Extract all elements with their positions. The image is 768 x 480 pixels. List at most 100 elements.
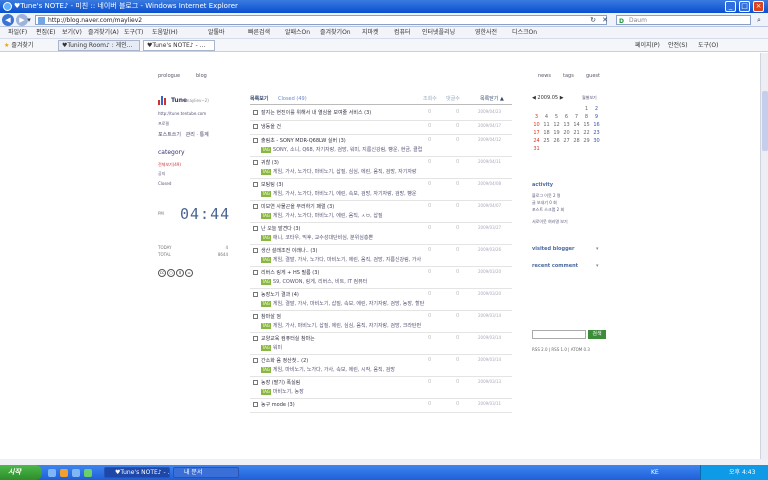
- calendar-day[interactable]: 24: [532, 138, 541, 144]
- list-item[interactable]: 교양교육 컴퓨터실 참마는 0 0 2009/03/14 TAG 워미: [250, 333, 512, 355]
- post-title[interactable]: 난 오늘 발견다 (3): [261, 225, 426, 232]
- calendar-day[interactable]: 1: [582, 106, 591, 112]
- toolbar-link-0[interactable]: 알툴바: [208, 27, 225, 39]
- blog-url[interactable]: http://tune.tentube.com: [158, 111, 206, 116]
- list-item[interactable]: 잘지는 현진이를 위해서 내 열심을 보여줄 서비스 (3) 0 0 2009/04/…: [250, 107, 512, 121]
- menu-file[interactable]: 파일(F): [8, 27, 27, 39]
- calendar-day[interactable]: 10: [532, 122, 541, 128]
- comment-search-button[interactable]: 검색: [588, 330, 606, 339]
- post-title[interactable]: 참마살 껌: [261, 313, 426, 320]
- profile-link[interactable]: 프로필: [158, 121, 169, 127]
- checkbox[interactable]: [253, 314, 258, 319]
- checkbox[interactable]: [253, 110, 258, 115]
- calendar-day[interactable]: 8: [582, 114, 591, 120]
- calendar-day[interactable]: 16: [592, 122, 601, 128]
- calendar-title[interactable]: ◀ 2009.05 ▶: [532, 95, 564, 101]
- calendar-day[interactable]: 27: [562, 138, 571, 144]
- list-close-button[interactable]: 목록닫기 ▲: [480, 93, 504, 105]
- checkbox[interactable]: [253, 358, 258, 363]
- list-item[interactable]: 농장 (팔기) 폭싫림 0 0 2009/03/13 TAG 마비노기, 농장: [250, 377, 512, 399]
- list-item[interactable]: 난 오늘 발견다 (3) 0 0 2009/03/27 TAG 애니, 코타우, 믹후, …: [250, 223, 512, 245]
- nav-blog[interactable]: blog: [196, 73, 207, 79]
- nav-guest[interactable]: guest: [586, 73, 600, 79]
- calendar-day[interactable]: 19: [552, 130, 561, 136]
- admin-link[interactable]: 관리 · 통계: [186, 132, 209, 138]
- checkbox[interactable]: [253, 124, 258, 129]
- checkbox[interactable]: [253, 160, 258, 165]
- calendar-day[interactable]: 5: [552, 114, 561, 120]
- menu-view[interactable]: 보기(V): [62, 27, 82, 39]
- post-title[interactable]: 농구 mode (3): [261, 401, 426, 408]
- list-item[interactable]: 귀찮 (3) 0 0 2009/04/11 TAG 게임, 가사, 노가다, 마비노기, …: [250, 157, 512, 179]
- calendar-day[interactable]: 12: [552, 122, 561, 128]
- scroll-thumb[interactable]: [762, 91, 768, 151]
- checkbox[interactable]: [253, 182, 258, 187]
- list-item[interactable]: 냉동을 건 0 0 2009/04/17: [250, 121, 512, 135]
- toolbar-link-4[interactable]: 지마켓: [362, 27, 379, 39]
- tag-list[interactable]: 게임, 가사, 노가다, 마비노기, 에린, 속보, 검망, 자기자랑, 검망,…: [273, 191, 417, 197]
- menu-help[interactable]: 도움말(H): [152, 27, 178, 39]
- menu-tools[interactable]: 도구(T): [124, 27, 143, 39]
- refresh-icon[interactable]: ↻: [588, 15, 598, 25]
- calendar-day[interactable]: 11: [542, 122, 551, 128]
- calendar-day[interactable]: 15: [582, 122, 591, 128]
- toolbar-link-3[interactable]: 즐겨찾기On: [320, 27, 351, 39]
- calendar-day[interactable]: 13: [562, 122, 571, 128]
- calendar-day[interactable]: 17: [532, 130, 541, 136]
- visited-blogger-title[interactable]: visited blogger: [532, 246, 575, 252]
- toolbar-link-5[interactable]: 컴퓨터: [394, 27, 411, 39]
- toolbar-link-1[interactable]: 빠른검색: [248, 27, 270, 39]
- calendar-day[interactable]: 4: [542, 114, 551, 120]
- quicklaunch-icon[interactable]: [48, 469, 56, 477]
- checkbox[interactable]: [253, 226, 258, 231]
- nav-news[interactable]: news: [538, 73, 551, 79]
- calendar-day[interactable]: 2: [592, 106, 601, 112]
- tag-list[interactable]: 게임, 가사, 노가다, 마비노기, 삽질, 심심, 에린, 움직, 검망, 자…: [273, 169, 417, 175]
- list-item[interactable]: 출림초 - SONY MDR-Q68LW 실버 (3) 0 0 2009/04/12 T…: [250, 135, 512, 157]
- tab-tuning-room[interactable]: ♥Tuning Room♪ : 게인...: [58, 40, 140, 51]
- back-icon[interactable]: ◀: [2, 14, 14, 26]
- checkbox[interactable]: [253, 336, 258, 341]
- calendar-day[interactable]: 21: [572, 130, 581, 136]
- task-browser[interactable]: ♥Tune's NOTE♪ - ...: [104, 467, 170, 478]
- tab-tunes-note[interactable]: ♥Tune's NOTE♪ - ...: [143, 40, 215, 51]
- menu-edit[interactable]: 편집(E): [36, 27, 56, 39]
- list-item[interactable]: 참마살 껌 0 0 2009/03/14 TAG 게임, 가사, 마비노기, 삽질, 에린…: [250, 311, 512, 333]
- list-item[interactable]: 간소화 음 정산첫.. (2) 0 0 2009/03/14 TAG 게임, 마비노기, …: [250, 355, 512, 377]
- activity-neighbors-link[interactable]: 서로이웃 여러명 보기: [532, 219, 568, 225]
- calendar-day[interactable]: 25: [542, 138, 551, 144]
- tools-menu[interactable]: 도구(O): [698, 39, 718, 52]
- safety-menu[interactable]: 안전(S): [668, 39, 688, 52]
- list-item[interactable]: 농장노기 결과 (4) 0 0 2009/03/20 TAG 게임, 결말, 가사, 마비…: [250, 289, 512, 311]
- category-closed[interactable]: Closed: [158, 181, 171, 186]
- post-title[interactable]: 출림초 - SONY MDR-Q68LW 실버 (3): [261, 137, 426, 144]
- toolbar-link-2[interactable]: 알패스On: [285, 27, 310, 39]
- quicklaunch-icon[interactable]: [60, 469, 68, 477]
- creative-commons-badge[interactable]: cc ○ $ =: [158, 259, 194, 277]
- tag-list[interactable]: 게임, 가사, 노가다, 마비노기, 에린, 움직, ㅅㅂ, 삽질: [273, 213, 383, 219]
- toolbar-link-6[interactable]: 인터넷플리닝: [422, 27, 455, 39]
- tag-list[interactable]: 게임, 마비노기, 노가다, 가사, 속보, 에린, 시작, 움직, 검망: [273, 367, 395, 373]
- search-input[interactable]: D Daum: [616, 15, 751, 25]
- toolbar-link-7[interactable]: 영한사전: [475, 27, 497, 39]
- list-item[interactable]: 보팅팅 (3) 0 0 2009/04/08 TAG 게임, 가사, 노가다, 마비노기,…: [250, 179, 512, 201]
- maximize-button[interactable]: □: [739, 1, 750, 12]
- calendar-day[interactable]: 9: [592, 114, 601, 120]
- tag-list[interactable]: 워미: [273, 345, 282, 351]
- post-title[interactable]: 보팅팅 (3): [261, 181, 426, 188]
- list-item[interactable]: 생산 설래조전 이래나.. (3) 0 0 2009/03/26 TAG 게임, 결말, …: [250, 245, 512, 267]
- checkbox[interactable]: [253, 402, 258, 407]
- page-scrollbar[interactable]: [760, 53, 768, 465]
- checkbox[interactable]: [253, 138, 258, 143]
- calendar-day[interactable]: 28: [572, 138, 581, 144]
- close-button[interactable]: ×: [753, 1, 764, 12]
- dropdown-icon[interactable]: ▾: [24, 15, 34, 25]
- calendar-day[interactable]: 22: [582, 130, 591, 136]
- post-title[interactable]: 간소화 음 정산첫.. (2): [261, 357, 426, 364]
- minimize-button[interactable]: _: [725, 1, 736, 12]
- menu-favorites[interactable]: 즐겨찾기(A): [88, 27, 119, 39]
- post-title[interactable]: 냉동을 건: [261, 123, 426, 130]
- nav-tags[interactable]: tags: [563, 73, 574, 79]
- post-title[interactable]: 농장 (팔기) 폭싫림: [261, 379, 426, 386]
- chevron-down-icon[interactable]: ▾: [596, 246, 599, 252]
